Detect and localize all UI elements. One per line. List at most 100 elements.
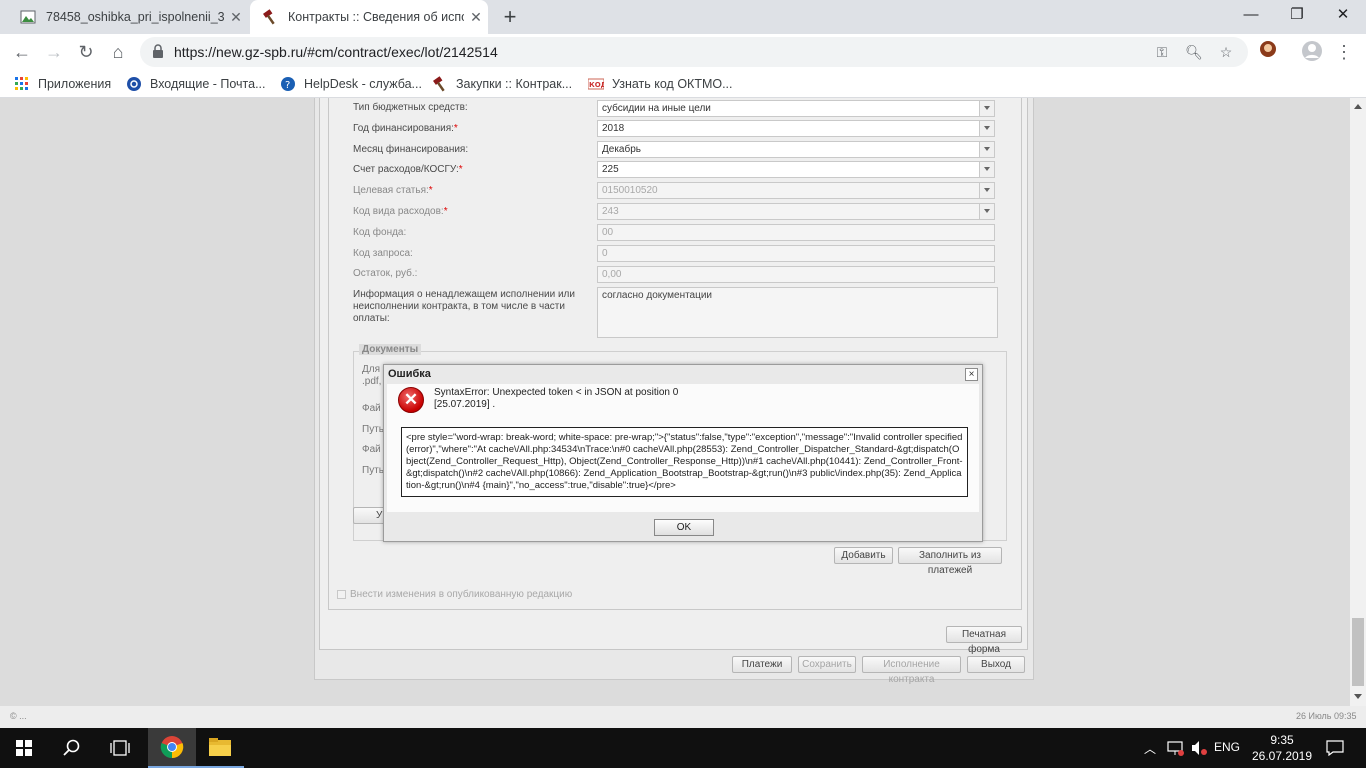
bookmark-label: Закупки :: Контрак...	[456, 77, 573, 91]
image-file-icon	[20, 9, 36, 25]
profile-avatar-icon[interactable]	[1300, 40, 1324, 64]
search-icon[interactable]	[48, 728, 96, 768]
svg-text:?: ?	[285, 80, 290, 91]
field-label: Счет расходов/КОСГУ:*	[353, 164, 463, 175]
new-tab-button[interactable]: +	[498, 5, 522, 29]
error-icon: ✕	[398, 387, 424, 413]
extension-icon[interactable]	[1256, 40, 1280, 64]
key-icon[interactable]: ⚿	[1152, 42, 1172, 62]
publish-changes-checkbox[interactable]: Внести изменения в опубликованную редакц…	[337, 589, 572, 600]
expense-code-select: 243	[597, 203, 995, 220]
tab-contracts[interactable]: Контракты :: Сведения об испо ✕	[250, 0, 488, 34]
dialog-title: Ошибка	[388, 368, 431, 380]
kosgu-select[interactable]: 225	[597, 161, 995, 178]
bookmark-label: Входящие - Почта...	[150, 77, 266, 91]
bookmark-mail[interactable]: Входящие - Почта...	[126, 74, 266, 94]
zoom-icon[interactable]: 🔍︎	[1184, 42, 1204, 62]
add-button[interactable]: Добавить	[834, 547, 893, 564]
field-label: Код запроса:	[353, 248, 413, 259]
tab-title: Контракты :: Сведения об испо	[288, 10, 464, 24]
url-text: https://new.gz-spb.ru/#cm/contract/exec/…	[174, 44, 498, 60]
bookmark-label: Приложения	[38, 77, 112, 91]
docs-text-fragment: Путь	[362, 424, 384, 435]
budget-type-select[interactable]: субсидии на иные цели	[597, 100, 995, 117]
scroll-up-icon[interactable]	[1354, 104, 1362, 109]
apps-grid-icon	[14, 76, 30, 92]
status-datetime: 26 Июль 09:35	[1296, 711, 1357, 721]
chevron-down-icon[interactable]	[979, 162, 994, 177]
error-message: SyntaxError: Unexpected token < in JSON …	[434, 387, 678, 411]
bookmark-oktmo[interactable]: КОД Узнать код ОКТМО...	[587, 74, 733, 94]
docs-text-fragment: Для	[362, 364, 381, 375]
volume-muted-icon[interactable]	[1188, 728, 1210, 768]
minimize-button[interactable]: —	[1228, 0, 1274, 30]
home-icon[interactable]: ⌂	[106, 40, 130, 64]
tray-clock[interactable]: 9:35 26.07.2019	[1250, 732, 1314, 764]
app-status-bar: © ... 26 Июль 09:35	[0, 706, 1366, 728]
file-explorer-icon[interactable]	[196, 728, 244, 768]
scroll-thumb[interactable]	[1352, 618, 1364, 686]
field-label: Год финансирования:*	[353, 123, 458, 134]
bookmark-zakupki[interactable]: Закупки :: Контрак...	[432, 74, 572, 94]
chevron-down-icon[interactable]	[979, 101, 994, 116]
network-icon[interactable]	[1164, 728, 1186, 768]
print-form-button[interactable]: Печатная форма	[946, 626, 1022, 655]
code-icon: КОД	[587, 76, 607, 92]
error-date-line: [25.07.2019] .	[434, 399, 496, 410]
docs-text-fragment: Путь	[362, 465, 384, 476]
status-left: © ...	[10, 711, 27, 721]
fund-code-field: 00	[597, 224, 995, 241]
windows-start-icon[interactable]	[0, 728, 48, 768]
field-label: Код вида расходов:*	[353, 206, 448, 217]
checkbox-icon[interactable]	[337, 590, 346, 599]
payments-button[interactable]: Платежи	[732, 656, 792, 673]
contract-execution-button[interactable]: Исполнение контракта	[862, 656, 961, 685]
exit-button[interactable]: Выход	[967, 656, 1025, 673]
forward-button[interactable]: →	[42, 40, 66, 64]
month-select[interactable]: Декабрь	[597, 141, 995, 158]
bookmark-helpdesk[interactable]: ? HelpDesk - служба...	[280, 74, 422, 94]
tray-chevron-up-icon[interactable]: ︿	[1140, 728, 1160, 768]
menu-kebab-icon[interactable]: ⋮	[1332, 40, 1356, 64]
language-indicator[interactable]: ENG	[1214, 740, 1240, 754]
info-textarea[interactable]: согласно документации	[597, 287, 998, 338]
scroll-down-icon[interactable]	[1354, 694, 1362, 699]
address-bar[interactable]: https://new.gz-spb.ru/#cm/contract/exec/…	[140, 37, 1248, 67]
chevron-down-icon[interactable]	[979, 142, 994, 157]
documents-legend: Документы	[359, 344, 422, 355]
balance-field: 0,00	[597, 266, 995, 283]
field-label: Месяц финансирования:	[353, 144, 469, 155]
dialog-close-button[interactable]: ×	[965, 368, 978, 381]
browser-toolbar: ← → ↻ ⌂ https://new.gz-spb.ru/#cm/contra…	[0, 34, 1366, 70]
hammer-icon	[262, 9, 278, 25]
close-window-button[interactable]: ✕	[1320, 0, 1366, 30]
chevron-down-icon[interactable]	[979, 121, 994, 136]
save-button[interactable]: Сохранить	[798, 656, 856, 673]
task-view-icon[interactable]	[96, 728, 144, 768]
bookmarks-bar: Приложения Входящие - Почта... ? HelpDes…	[0, 70, 1366, 98]
chevron-down-icon	[979, 204, 994, 219]
tab-file-page[interactable]: 78458_oshibka_pri_ispolnenii_36· ✕	[8, 0, 248, 34]
close-tab-icon[interactable]: ✕	[224, 9, 248, 26]
dialog-body: ✕ SyntaxError: Unexpected token < in JSO…	[387, 384, 979, 512]
docs-text-fragment: Фай	[362, 444, 381, 455]
notifications-icon[interactable]	[1320, 728, 1350, 768]
ok-button[interactable]: OK	[654, 519, 714, 536]
back-button[interactable]: ←	[10, 40, 34, 64]
year-select[interactable]: 2018	[597, 120, 995, 137]
fill-from-payments-button[interactable]: Заполнить из платежей	[898, 547, 1002, 576]
field-label: Целевая статья:*	[353, 185, 433, 196]
bookmark-label: HelpDesk - служба...	[304, 77, 422, 91]
page-scrollbar[interactable]	[1350, 98, 1366, 706]
field-label: Код фонда:	[353, 227, 407, 238]
docs-text-fragment: .pdf,	[362, 376, 382, 387]
reload-button[interactable]: ↻	[74, 40, 98, 64]
close-tab-icon[interactable]: ✕	[464, 9, 488, 26]
maximize-button[interactable]: ❐	[1274, 0, 1320, 30]
bookmark-star-icon[interactable]: ☆	[1216, 42, 1236, 62]
chevron-down-icon	[979, 183, 994, 198]
chrome-taskbar-icon[interactable]	[148, 728, 196, 768]
clock-time: 9:35	[1270, 733, 1294, 747]
windows-taskbar: ︿ ENG 9:35 26.07.2019	[0, 728, 1366, 768]
bookmark-apps[interactable]: Приложения	[14, 74, 111, 94]
